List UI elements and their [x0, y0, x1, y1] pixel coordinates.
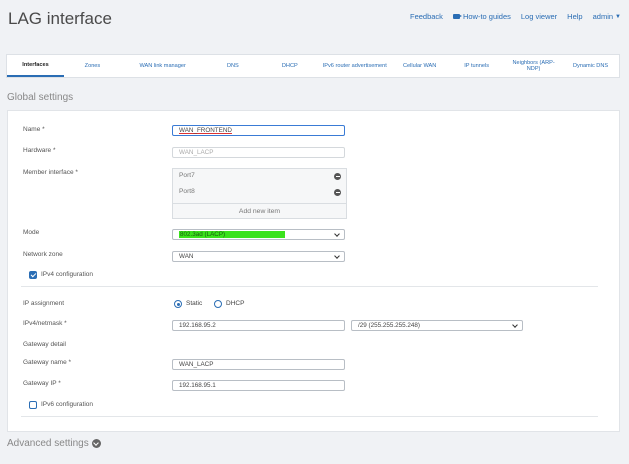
ipv4-config-label: IPv4 configuration	[41, 271, 94, 278]
dhcp-label: DHCP	[226, 300, 245, 307]
tab-ipv6-router-advertisement[interactable]: IPv6 router advertisement	[318, 55, 391, 77]
feedback-link[interactable]: Feedback	[410, 12, 443, 21]
network-zone-select[interactable]: WAN	[172, 251, 345, 262]
ip-assignment-label: IP assignment	[23, 300, 65, 307]
member-interface-label: Member interface *	[23, 169, 78, 176]
static-radio[interactable]	[174, 300, 182, 308]
add-new-item-button[interactable]: Add new item	[173, 203, 346, 218]
netmask-select[interactable]: /29 (255.255.255.248)	[351, 320, 523, 331]
name-label: Name *	[23, 126, 45, 133]
tab-dynamic-dns[interactable]: Dynamic DNS	[562, 55, 619, 77]
gateway-ip-input[interactable]: 192.168.95.1	[172, 380, 345, 391]
tab-dns[interactable]: DNS	[204, 55, 261, 77]
chevron-down-circle-icon	[91, 439, 101, 448]
tab-dhcp[interactable]: DHCP	[261, 55, 318, 77]
remove-icon[interactable]	[334, 172, 341, 180]
help-link[interactable]: Help	[567, 12, 582, 21]
gateway-detail-label: Gateway detail	[23, 341, 66, 348]
name-value: WAN_FRONTEND	[179, 127, 232, 134]
tab-bar: Interfaces Zones WAN link manager DNS DH…	[6, 54, 620, 78]
member-interface-list: Port7 Port8 Add new item	[172, 168, 347, 219]
tab-interfaces[interactable]: Interfaces	[7, 55, 64, 77]
netmask-value: /29 (255.255.255.248)	[358, 322, 420, 329]
chevron-down-icon: ▼	[615, 13, 621, 20]
ipv4-netmask-label: IPv4/netmask *	[23, 320, 67, 327]
chevron-down-icon	[334, 252, 340, 259]
mode-value: 802.3ad (LACP)	[179, 231, 286, 238]
dhcp-radio[interactable]	[214, 300, 222, 308]
list-item: Port8	[173, 187, 346, 197]
header: LAG interface Feedback How-to guides Log…	[0, 0, 629, 44]
global-settings-title: Global settings	[7, 92, 74, 103]
gateway-name-input[interactable]: WAN_LACP	[172, 359, 345, 370]
network-zone-label: Network zone	[23, 251, 63, 258]
static-label: Static	[186, 300, 203, 307]
video-icon	[452, 14, 462, 19]
ipv4-address-input[interactable]: 192.168.95.2	[172, 320, 345, 331]
tab-ip-tunnels[interactable]: IP tunnels	[448, 55, 505, 77]
hardware-label: Hardware *	[23, 147, 56, 154]
name-input[interactable]: WAN_FRONTEND	[172, 125, 345, 136]
network-zone-value: WAN	[179, 253, 194, 260]
chevron-down-icon	[512, 321, 518, 328]
tab-zones[interactable]: Zones	[64, 55, 121, 77]
mode-label: Mode	[23, 229, 40, 236]
ipv4-config-checkbox[interactable]	[29, 271, 37, 279]
mode-select[interactable]: 802.3ad (LACP)	[172, 229, 345, 240]
divider	[21, 286, 598, 287]
page-title: LAG interface	[8, 9, 112, 28]
tab-wan-link-manager[interactable]: WAN link manager	[121, 55, 204, 77]
how-to-guides-link[interactable]: How-to guides	[452, 12, 511, 21]
ipv6-config-checkbox[interactable]	[29, 401, 37, 409]
admin-menu[interactable]: admin ▼	[593, 12, 621, 21]
list-item: Port7	[173, 171, 346, 181]
hardware-input: WAN_LACP	[172, 147, 345, 158]
tab-neighbors[interactable]: Neighbors (ARP-NDP)	[505, 55, 562, 77]
tab-cellular-wan[interactable]: Cellular WAN	[391, 55, 448, 77]
gateway-name-label: Gateway name *	[23, 359, 72, 366]
advanced-settings-title: Advanced settings	[7, 438, 89, 449]
advanced-settings-toggle[interactable]: Advanced settings	[7, 438, 101, 449]
header-links: Feedback How-to guides Log viewer Help a…	[400, 12, 621, 21]
chevron-down-icon	[334, 230, 340, 237]
ipv6-config-label: IPv6 configuration	[41, 401, 94, 408]
remove-icon[interactable]	[334, 188, 341, 196]
log-viewer-link[interactable]: Log viewer	[521, 12, 557, 21]
divider	[21, 416, 598, 417]
gateway-ip-label: Gateway IP *	[23, 380, 61, 387]
